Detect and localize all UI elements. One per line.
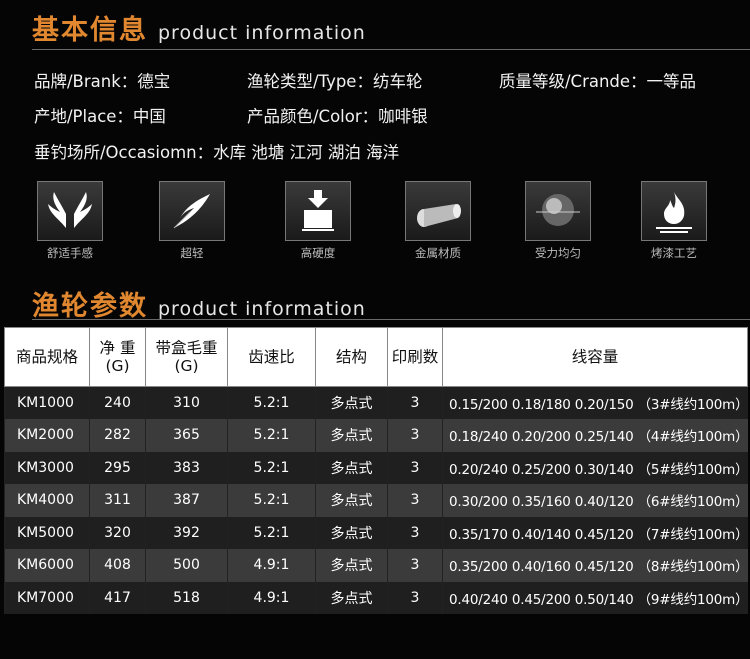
cell-model: KM4000 [4,484,90,517]
info-occasion: 垂钓场所/Occasiomn：水库 池塘 江河 湖泊 海洋 [34,143,400,162]
feature-icons: 舒适手感 超轻 高硬度 金属材质 受力均匀 烤漆工艺 [0,181,750,266]
feature-comfort: 舒适手感 [35,181,105,261]
cell-line-capacity: 0.35/200 0.40/160 0.45/120 （8#线约100m） [442,549,748,582]
cell-gross-weight: 392 [145,516,228,549]
cell-model: KM2000 [4,419,90,452]
cell-gear-ratio: 5.2:1 [227,386,316,419]
reel-params-title-en: product information [158,298,366,320]
table-row: KM5000 320 392 5.2:1 多点式 3 0.35/170 0.40/140 0… [4,516,748,549]
feature-label: 舒适手感 [47,246,93,260]
cell-gear-ratio: 5.2:1 [227,484,316,517]
cell-line-capacity: 0.40/240 0.45/200 0.50/140 （9#线约100m） [442,581,748,614]
cell-print: 3 [387,451,443,484]
cell-gross-weight: 387 [145,484,228,517]
section-divider [32,319,750,320]
cell-gross-weight: 518 [145,581,228,614]
reel-params-title: 渔轮参数 product information [32,284,366,323]
cell-structure: 多点式 [315,419,388,452]
feature-paint: 烤漆工艺 [639,181,709,261]
cell-line-capacity: 0.20/240 0.25/200 0.30/140 （5#线约100m） [442,451,748,484]
feature-light: 超轻 [157,181,227,261]
feature-hardness: 高硬度 [283,181,353,261]
info-color: 产品颜色/Color：咖啡银 [247,107,428,126]
cell-model: KM6000 [4,549,90,582]
cell-gear-ratio: 5.2:1 [227,516,316,549]
cell-line-capacity: 0.15/200 0.18/180 0.20/150 （3#线约100m） [442,386,748,419]
feature-label: 受力均匀 [535,246,581,260]
table-row: KM6000 408 500 4.9:1 多点式 3 0.35/200 0.40/160 0… [4,549,748,582]
header-model: 商品规格 [4,327,90,387]
cell-net-weight: 320 [89,516,146,549]
header-print: 印刷数 [387,327,443,387]
header-gross-weight: 带盒毛重 (G) [145,327,228,387]
header-gear-ratio: 齿速比 [227,327,316,387]
cell-gross-weight: 310 [145,386,228,419]
sphere-icon [525,181,591,241]
cell-gross-weight: 365 [145,419,228,452]
basic-info-title-en: product information [158,22,366,44]
info-place: 产地/Place：中国 [34,107,166,126]
header-line-capacity: 线容量 [442,327,748,387]
feature-metal: 金属材质 [403,181,473,261]
metal-bar-icon [405,181,471,241]
basic-info-title: 基本信息 product information [32,8,366,47]
info-brand: 品牌/Brank：德宝 [34,72,171,91]
cell-structure: 多点式 [315,451,388,484]
info-grade: 质量等级/Crande：一等品 [499,72,697,91]
cell-net-weight: 295 [89,451,146,484]
cell-net-weight: 311 [89,484,146,517]
reel-params-title-cn: 渔轮参数 [32,291,148,322]
feature-label: 高硬度 [300,246,336,260]
feature-label: 烤漆工艺 [651,246,697,260]
section-divider [32,49,750,50]
feature-even-force: 受力均匀 [523,181,593,261]
header-net-weight: 净 重 (G) [89,327,146,387]
table-header-row: 商品规格 净 重 (G) 带盒毛重 (G) 齿速比 结构 印刷数 线容量 [4,327,748,387]
table-row: KM4000 311 387 5.2:1 多点式 3 0.30/200 0.35/160 0… [4,484,748,517]
cell-line-capacity: 0.30/200 0.35/160 0.40/120 （6#线约100m） [442,484,748,517]
cell-print: 3 [387,549,443,582]
cell-net-weight: 282 [89,419,146,452]
table-body: KM1000 240 310 5.2:1 多点式 3 0.15/200 0.18/180 0… [4,386,748,614]
feature-label: 超轻 [180,246,204,260]
cell-structure: 多点式 [315,386,388,419]
cell-print: 3 [387,484,443,517]
hardness-press-icon [285,181,351,241]
flame-icon [641,181,707,241]
cell-gross-weight: 500 [145,549,228,582]
table-row: KM1000 240 310 5.2:1 多点式 3 0.15/200 0.18/180 0… [4,386,748,419]
cell-print: 3 [387,581,443,614]
hands-icon [37,181,103,241]
cell-net-weight: 408 [89,549,146,582]
cell-gear-ratio: 5.2:1 [227,451,316,484]
cell-net-weight: 240 [89,386,146,419]
cell-net-weight: 417 [89,581,146,614]
header-structure: 结构 [315,327,388,387]
table-row: KM7000 417 518 4.9:1 多点式 3 0.40/240 0.45/200 0… [4,581,748,614]
reel-spec-table: 商品规格 净 重 (G) 带盒毛重 (G) 齿速比 结构 印刷数 线容量 KM100… [4,327,748,614]
cell-gear-ratio: 5.2:1 [227,419,316,452]
feature-label: 金属材质 [415,246,461,260]
table-row: KM3000 295 383 5.2:1 多点式 3 0.20/240 0.25/200 0… [4,451,748,484]
info-type: 渔轮类型/Type：纺车轮 [247,72,423,91]
basic-info-title-cn: 基本信息 [32,15,148,46]
cell-gross-weight: 383 [145,451,228,484]
cell-model: KM3000 [4,451,90,484]
cell-gear-ratio: 4.9:1 [227,549,316,582]
cell-structure: 多点式 [315,484,388,517]
cell-line-capacity: 0.35/170 0.40/140 0.45/120 （7#线约100m） [442,516,748,549]
cell-print: 3 [387,386,443,419]
cell-gear-ratio: 4.9:1 [227,581,316,614]
cell-model: KM1000 [4,386,90,419]
cell-print: 3 [387,419,443,452]
cell-line-capacity: 0.18/240 0.20/200 0.25/140 （4#线约100m） [442,419,748,452]
cell-structure: 多点式 [315,549,388,582]
cell-structure: 多点式 [315,516,388,549]
cell-print: 3 [387,516,443,549]
cell-model: KM5000 [4,516,90,549]
cell-structure: 多点式 [315,581,388,614]
table-row: KM2000 282 365 5.2:1 多点式 3 0.18/240 0.20/200 0… [4,419,748,452]
cell-model: KM7000 [4,581,90,614]
feather-icon [159,181,225,241]
